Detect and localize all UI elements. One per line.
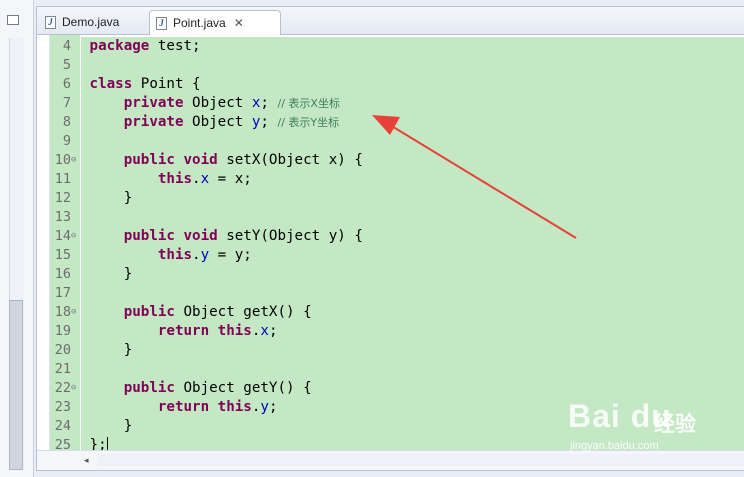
baidu-jingyan-watermark: Bai du 经验 jingyan.baidu.com [568, 398, 738, 460]
annotation-arrow-head [372, 115, 400, 135]
watermark-brand: 经验 [654, 413, 696, 436]
watermark-url: jingyan.baidu.com [570, 440, 659, 452]
annotation-arrow-line [389, 124, 577, 239]
